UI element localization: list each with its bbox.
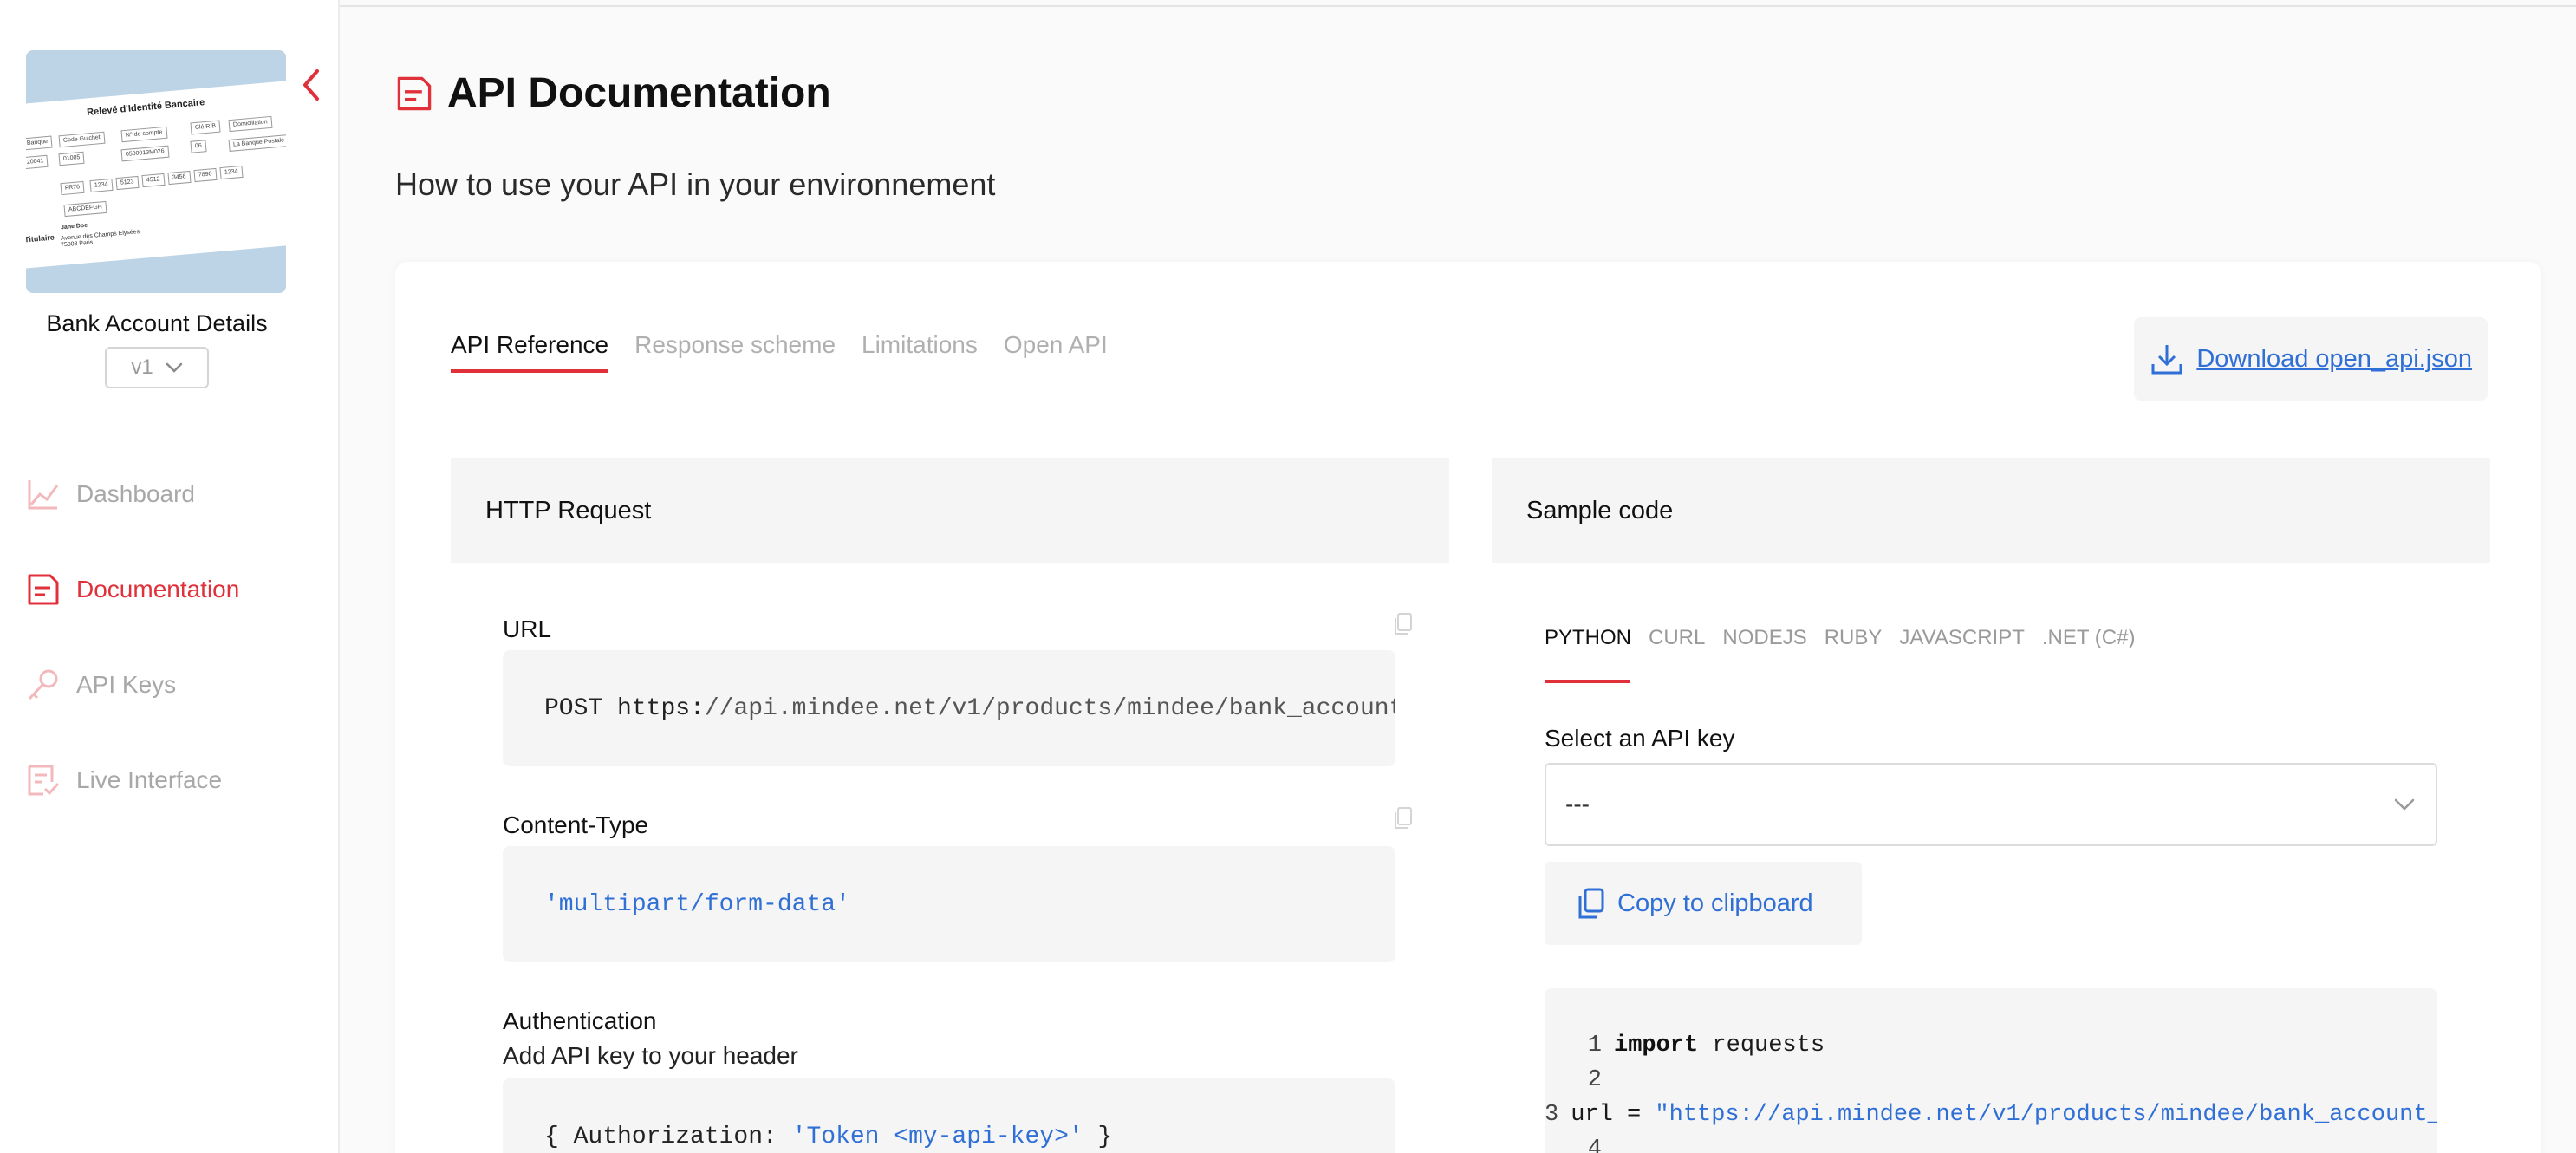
clipboard-icon	[1578, 888, 1604, 919]
lang-tab-curl[interactable]: CURL	[1649, 626, 1705, 650]
thumbnail-value-bank: 20041	[26, 154, 49, 170]
url-method: POST	[544, 694, 603, 722]
url-path: //api.mindee.net/v1/products/mindee/bank…	[704, 694, 1395, 722]
documentation-card: API Reference Response scheme Limitation…	[395, 262, 2541, 1153]
select-api-key-label: Select an API key	[1545, 725, 1735, 752]
lang-tab-nodejs[interactable]: NODEJS	[1722, 626, 1806, 650]
code-line: 1 import requests	[1545, 1028, 2437, 1063]
nav-label-api-keys: API Keys	[76, 671, 177, 698]
nav-api-keys[interactable]: API Keys	[26, 659, 312, 711]
thumbnail-iban-1: 1234	[89, 178, 114, 193]
thumbnail-value-key: 06	[190, 140, 207, 153]
checklist-icon	[28, 765, 60, 796]
api-key-select[interactable]: ---	[1545, 763, 2437, 846]
document-icon	[397, 76, 432, 110]
lang-tab-javascript[interactable]: JAVASCRIPT	[1899, 626, 2024, 650]
api-key-select-value: ---	[1565, 791, 1590, 818]
line-number: 2	[1587, 1067, 1602, 1093]
nav-live-interface[interactable]: Live Interface	[26, 754, 312, 806]
nav-documentation[interactable]: Documentation	[26, 563, 312, 616]
thumbnail-iban-5: 7890	[193, 167, 218, 183]
url-code-block[interactable]: POST https://api.mindee.net/v1/products/…	[503, 650, 1395, 766]
code-line: 3 url = "https://api.mindee.net/v1/produ…	[1545, 1098, 2437, 1132]
version-select[interactable]: v1	[105, 347, 209, 388]
product-name: Bank Account Details	[46, 310, 268, 336]
main-content: API Documentation How to use your API in…	[340, 0, 2576, 1153]
url-scheme: https:	[617, 694, 705, 722]
authentication-description: Add API key to your header	[503, 1042, 798, 1069]
chevron-left-icon	[303, 69, 319, 101]
sample-code-header: Sample code	[1492, 458, 2490, 563]
key-icon	[28, 669, 58, 700]
auth-code-close: }	[1083, 1123, 1113, 1150]
http-request-header: HTTP Request	[451, 458, 1449, 563]
line-number: 4	[1587, 1137, 1602, 1153]
chevron-down-icon	[166, 362, 182, 373]
nav-dashboard[interactable]: Dashboard	[26, 468, 312, 520]
code-line: 4	[1545, 1132, 2437, 1153]
code-text: url =	[1571, 1102, 1656, 1128]
page-subtitle: How to use your API in your environnemen…	[395, 166, 996, 202]
line-number: 3	[1545, 1102, 1559, 1128]
copy-to-clipboard-button[interactable]: Copy to clipboard	[1545, 862, 1862, 945]
language-tabs: PYTHON CURL NODEJS RUBY JAVASCRIPT .NET …	[1545, 626, 2135, 650]
sample-code-block[interactable]: 1 import requests 2 3 url = "https://api…	[1545, 988, 2437, 1153]
collapse-sidebar-button[interactable]	[300, 68, 324, 102]
copy-content-type-icon[interactable]	[1392, 806, 1413, 831]
code-line: 2	[1545, 1063, 2437, 1098]
copy-to-clipboard-label: Copy to clipboard	[1617, 889, 1813, 917]
lang-tab-ruby[interactable]: RUBY	[1825, 626, 1883, 650]
code-keyword: import	[1614, 1032, 1699, 1059]
thumbnail-iban-4: 3456	[167, 170, 192, 186]
chart-line-icon	[28, 480, 59, 510]
code-text: requests	[1698, 1032, 1825, 1059]
nav-label-dashboard: Dashboard	[76, 480, 195, 507]
authentication-label: Authentication	[503, 1007, 657, 1034]
content-type-code-block[interactable]: 'multipart/form-data'	[503, 846, 1395, 962]
download-icon	[2151, 345, 2182, 375]
copy-url-icon[interactable]	[1392, 612, 1413, 636]
page-title: API Documentation	[395, 69, 831, 117]
download-open-api-label: Download open_api.json	[2196, 344, 2472, 373]
document-icon	[28, 574, 59, 605]
sidebar: Relevé d'Identité Bancaire Banque Code G…	[0, 0, 340, 1153]
tab-response-scheme[interactable]: Response scheme	[634, 331, 836, 373]
doc-tabs: API Reference Response scheme Limitation…	[451, 331, 1108, 373]
lang-tab-python[interactable]: PYTHON	[1545, 626, 1631, 650]
lang-tab-dotnet[interactable]: .NET (C#)	[2042, 626, 2136, 650]
document-thumbnail[interactable]: Relevé d'Identité Bancaire Banque Code G…	[26, 50, 286, 293]
tab-api-reference[interactable]: API Reference	[451, 331, 609, 373]
nav-label-live-interface: Live Interface	[76, 766, 223, 793]
url-label: URL	[503, 616, 552, 642]
nav-label-documentation: Documentation	[76, 576, 240, 603]
download-open-api-button[interactable]: Download open_api.json	[2134, 317, 2488, 401]
content-type-value: 'multipart/form-data'	[544, 890, 850, 918]
code-string: "https://api.mindee.net/v1/products/mind…	[1655, 1102, 2437, 1128]
version-value: v1	[131, 355, 153, 379]
page-title-text: API Documentation	[447, 70, 831, 116]
auth-code-value: 'Token <my-api-key>'	[791, 1123, 1083, 1150]
chevron-down-icon	[2394, 798, 2415, 811]
thumbnail-iban-3: 4512	[141, 173, 166, 188]
content-type-label: Content-Type	[503, 811, 649, 838]
thumbnail-value-guichet: 01005	[58, 151, 86, 166]
auth-code-open: { Authorization:	[544, 1123, 792, 1150]
authentication-code-block[interactable]: { Authorization: 'Token <my-api-key>' }	[503, 1078, 1395, 1153]
tab-open-api[interactable]: Open API	[1004, 331, 1108, 373]
thumbnail-header-key: Clé RIB	[190, 120, 221, 135]
thumbnail-iban-6: 1234	[219, 165, 244, 180]
line-number: 1	[1587, 1032, 1602, 1059]
active-language-underline	[1545, 680, 1630, 683]
thumbnail-iban-2: 5123	[115, 175, 140, 191]
thumbnail-iban-0: FR76	[60, 180, 85, 196]
tab-limitations[interactable]: Limitations	[862, 331, 978, 373]
